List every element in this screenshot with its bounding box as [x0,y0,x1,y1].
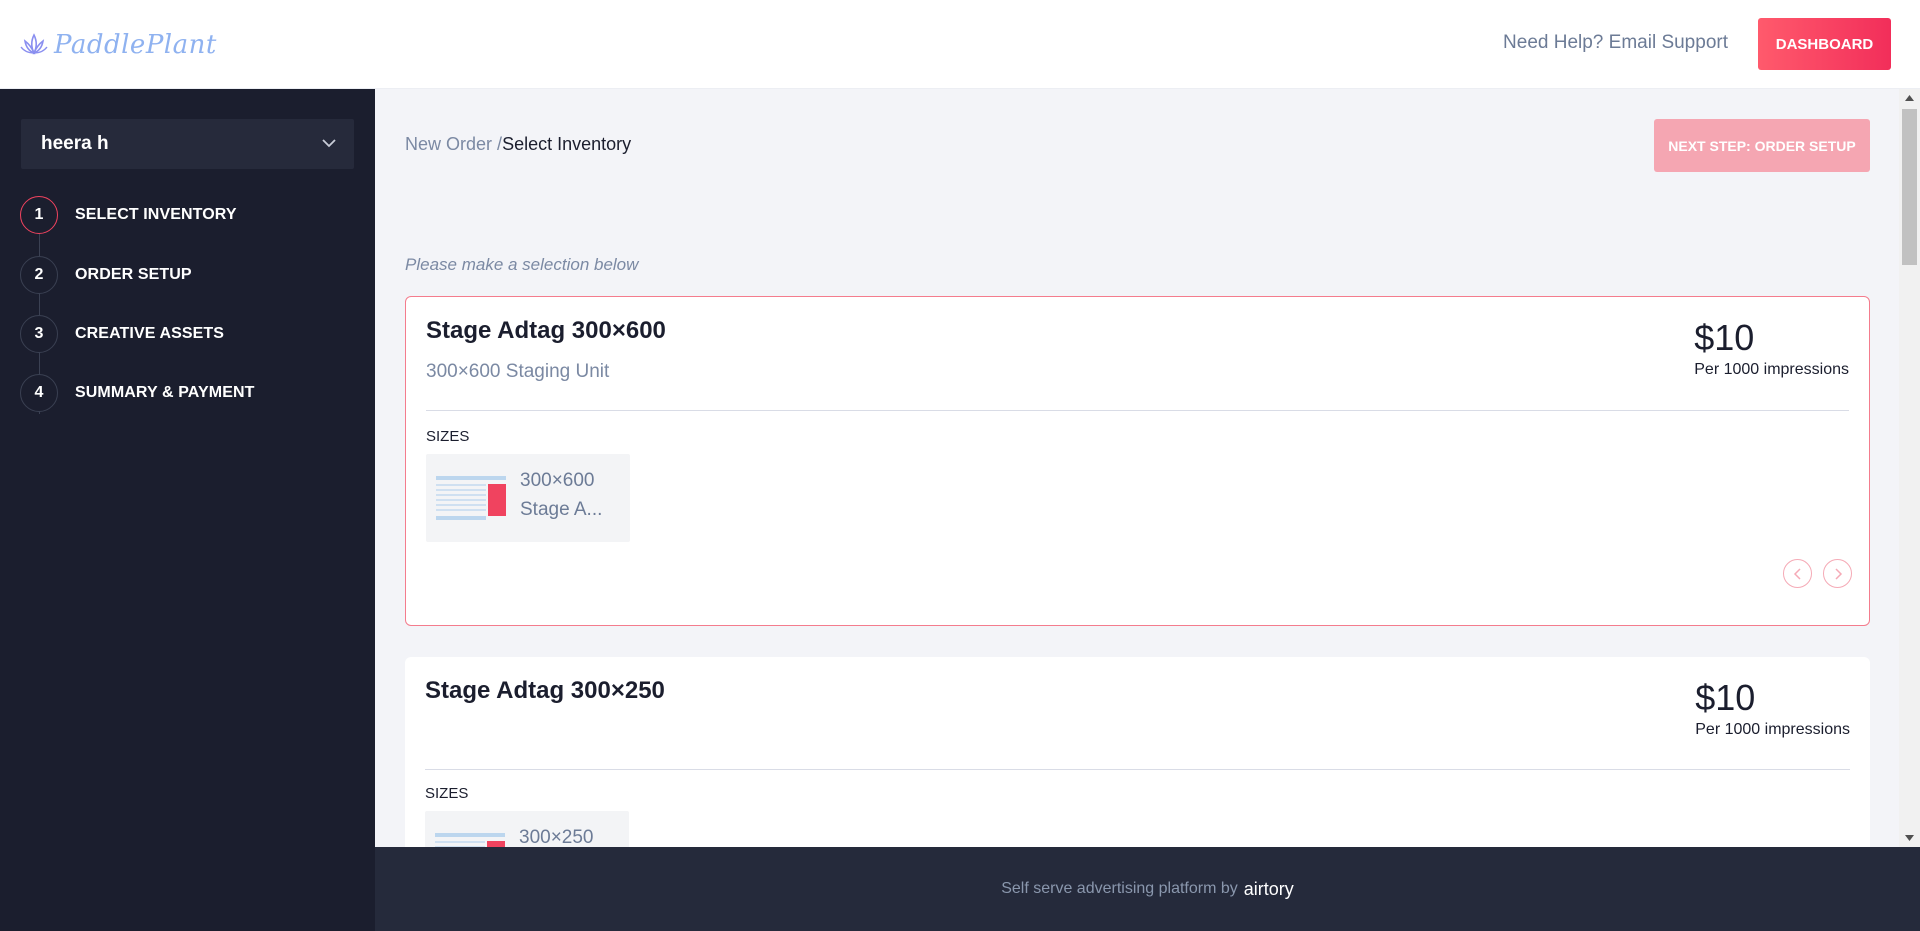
price-amount: $10 [1694,317,1755,358]
inventory-card[interactable]: Stage Adtag 300×250 $10 Per 1000 impress… [405,657,1870,847]
price-block: $10 Per 1000 impressions [1694,317,1849,379]
size-dimension: 300×600 [520,470,595,491]
chevron-left-icon [1793,567,1801,580]
step-creative-assets[interactable]: 3 CREATIVE ASSETS [20,314,224,354]
step-label: SUMMARY & PAYMENT [75,384,255,401]
step-summary-payment[interactable]: 4 SUMMARY & PAYMENT [20,373,255,413]
scroll-up-arrow[interactable] [1899,89,1920,107]
step-select-inventory[interactable]: 1 SELECT INVENTORY [20,195,237,235]
scroll-down-arrow[interactable] [1899,829,1920,847]
ad-layout-thumbnail-icon [436,476,506,520]
caret-down-icon [1905,835,1914,841]
account-selector[interactable]: heera h [21,119,354,169]
next-step-button[interactable]: NEXT STEP: ORDER SETUP [1654,119,1870,172]
step-number: 3 [20,315,58,353]
step-label: CREATIVE ASSETS [75,325,225,342]
sidebar: heera h 1 SELECT INVENTORY 2 ORDER SETUP… [0,89,375,931]
dashboard-button[interactable]: DASHBOARD [1758,18,1891,70]
step-label: ORDER SETUP [75,266,192,283]
step-label: SELECT INVENTORY [75,206,237,223]
top-header: PaddlePlant Need Help? Email Support DAS… [0,0,1920,89]
prev-size-button[interactable] [1783,559,1812,588]
email-support-link[interactable]: Need Help? Email Support [1503,32,1728,54]
step-number: 2 [20,256,58,294]
size-dimension: 300×250 [519,827,594,847]
logo[interactable]: PaddlePlant [20,28,217,62]
step-number: 4 [20,374,58,412]
sizes-label: SIZES [425,785,469,802]
logo-text: PaddlePlant [54,30,217,60]
size-option[interactable]: 300×250 [425,811,629,847]
chevron-down-icon [322,139,336,148]
step-order-setup[interactable]: 2 ORDER SETUP [20,255,192,295]
footer: Self serve advertising platform by airto… [375,847,1920,931]
breadcrumb: New Order /Select Inventory [405,134,631,155]
footer-text: Self serve advertising platform by [1001,880,1238,897]
lotus-icon [20,33,48,55]
size-name: Stage A... [520,499,603,520]
price-unit: Per 1000 impressions [1695,721,1850,738]
breadcrumb-current: Select Inventory [502,134,632,154]
inventory-card[interactable]: Stage Adtag 300×600 300×600 Staging Unit… [405,296,1870,626]
card-divider [425,769,1850,770]
price-unit: Per 1000 impressions [1694,361,1849,378]
account-name: heera h [41,133,109,154]
selection-hint: Please make a selection below [405,255,639,274]
size-option[interactable]: 300×600 Stage A... [426,454,630,542]
card-title: Stage Adtag 300×600 [426,317,666,344]
step-number: 1 [20,196,58,234]
price-block: $10 Per 1000 impressions [1695,677,1850,739]
card-subtitle: 300×600 Staging Unit [426,361,610,382]
caret-up-icon [1905,95,1914,101]
breadcrumb-new-order[interactable]: New Order [405,134,492,154]
sizes-label: SIZES [426,428,470,445]
next-size-button[interactable] [1823,559,1852,588]
chevron-right-icon [1834,567,1842,580]
airtory-link[interactable]: airtory [1244,879,1294,900]
scroll-thumb[interactable] [1902,109,1917,265]
vertical-scrollbar[interactable] [1899,89,1920,847]
card-divider [426,410,1849,411]
price-amount: $10 [1695,677,1756,718]
main-content: New Order /Select Inventory NEXT STEP: O… [375,89,1899,847]
card-title: Stage Adtag 300×250 [425,677,665,704]
ad-layout-thumbnail-icon [435,833,505,847]
